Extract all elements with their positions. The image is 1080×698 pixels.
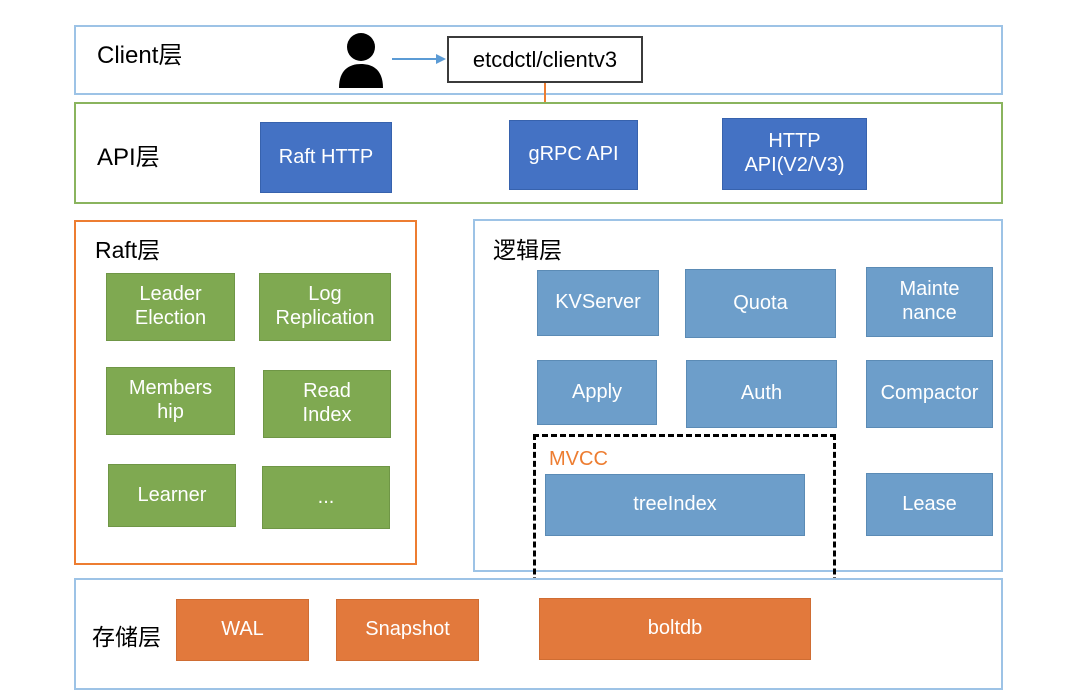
- client-layer-title: Client层: [97, 42, 183, 69]
- raft-box-membership[interactable]: Members hip: [106, 367, 235, 435]
- raft-layer-title: Raft层: [95, 237, 161, 263]
- raft-box-log-replication[interactable]: Log Replication: [259, 273, 391, 341]
- storage-box-wal[interactable]: WAL: [176, 599, 309, 661]
- api-box-http-api-v2-v3[interactable]: HTTP API(V2/V3): [722, 118, 867, 190]
- storage-box-boltdb[interactable]: boltdb: [539, 598, 811, 660]
- logic-layer-title: 逻辑层: [493, 237, 562, 263]
- etcdctl-clientv3-box[interactable]: etcdctl/clientv3: [447, 36, 643, 83]
- raft-box-ellipsis[interactable]: ...: [262, 466, 390, 529]
- logic-box-auth[interactable]: Auth: [686, 360, 837, 428]
- logic-box-lease[interactable]: Lease: [866, 473, 993, 536]
- person-icon: [335, 32, 387, 88]
- logic-box-treeindex[interactable]: treeIndex: [545, 474, 805, 536]
- logic-box-compactor[interactable]: Compactor: [866, 360, 993, 428]
- logic-box-kvserver[interactable]: KVServer: [537, 270, 659, 336]
- client-to-etcdctl-arrow: [392, 54, 446, 64]
- storage-layer-title: 存储层: [92, 624, 161, 650]
- raft-box-read-index[interactable]: Read Index: [263, 370, 391, 438]
- raft-box-leader-election[interactable]: Leader Election: [106, 273, 235, 341]
- raft-box-learner[interactable]: Learner: [108, 464, 236, 527]
- mvcc-label: MVCC: [549, 448, 608, 470]
- logic-box-maintenance[interactable]: Mainte nance: [866, 267, 993, 337]
- logic-box-quota[interactable]: Quota: [685, 269, 836, 338]
- diagram-canvas: Client层 etcdctl/clientv3 API层 Raft HTTP …: [0, 0, 1080, 698]
- logic-box-apply[interactable]: Apply: [537, 360, 657, 425]
- api-box-raft-http[interactable]: Raft HTTP: [260, 122, 392, 193]
- api-box-grpc-api[interactable]: gRPC API: [509, 120, 638, 190]
- api-layer-title: API层: [97, 144, 160, 171]
- storage-box-snapshot[interactable]: Snapshot: [336, 599, 479, 661]
